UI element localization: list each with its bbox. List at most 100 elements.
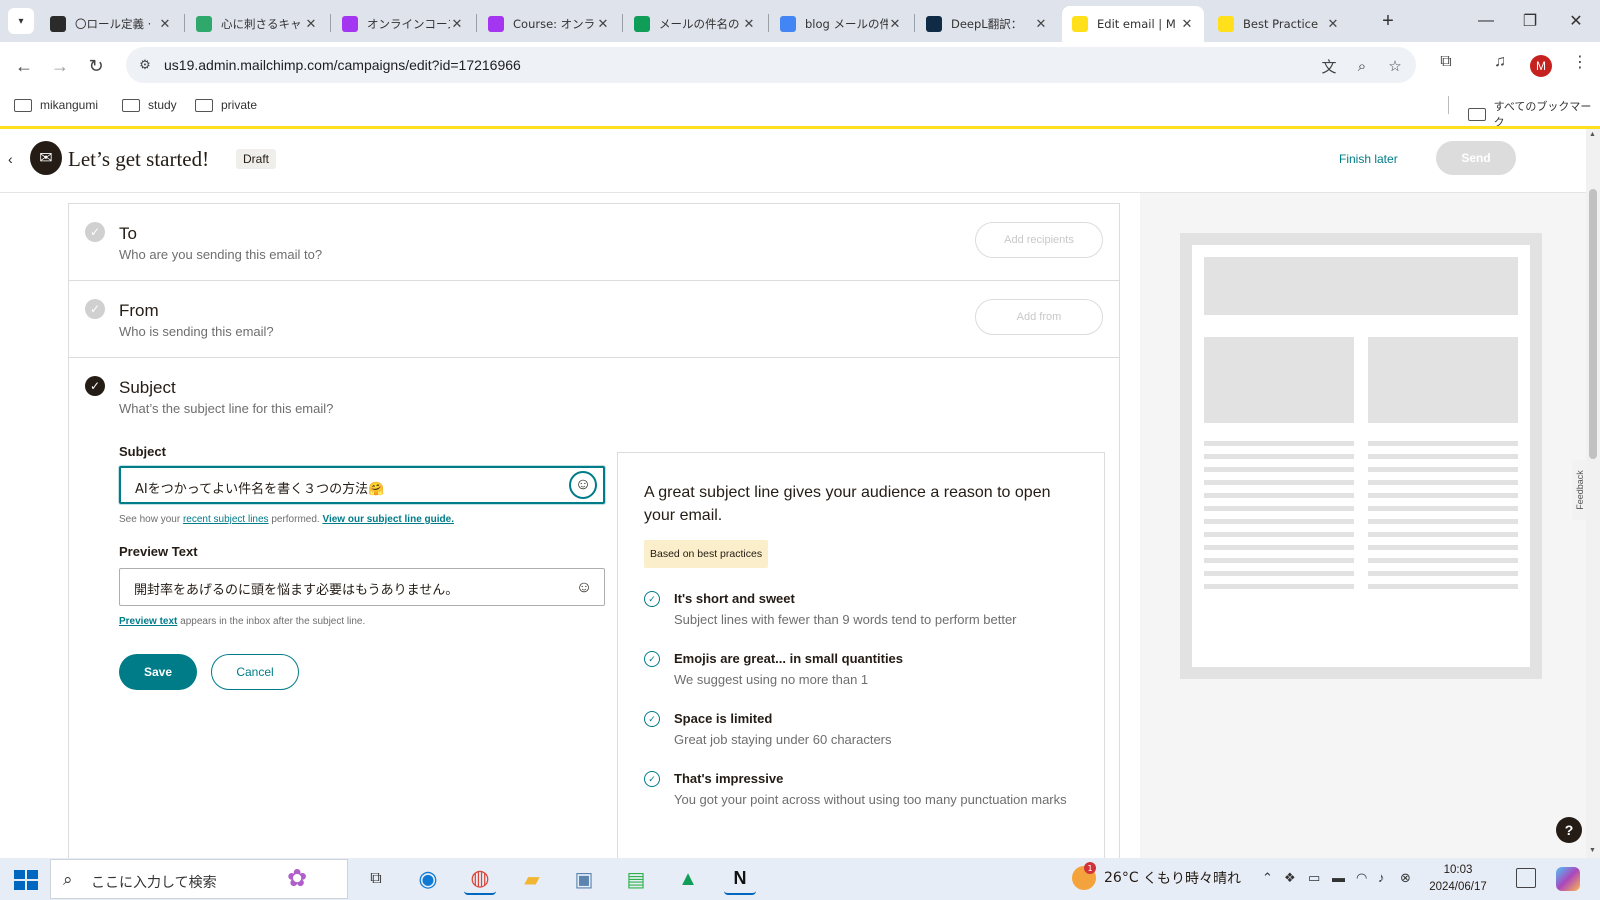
dropbox-icon[interactable]: ❖: [1284, 870, 1296, 886]
browser-tab[interactable]: Edit email | M ✕: [1062, 6, 1204, 42]
browser-tab[interactable]: Best Practice ✕: [1208, 6, 1350, 42]
preview-text-line: [1368, 519, 1518, 524]
windows-start-icon[interactable]: [10, 866, 38, 894]
tab-close-icon[interactable]: ✕: [304, 16, 318, 32]
extensions-puzzle-icon[interactable]: ⧉: [1434, 50, 1458, 74]
browser-tab[interactable]: blog メールの件 ✕: [770, 6, 912, 42]
restore-icon[interactable]: ❐: [1510, 8, 1550, 34]
subject-input[interactable]: AIをつかってよい件名を書く３つの方法🤗 ☺: [119, 466, 605, 504]
volume-icon[interactable]: ♪: [1378, 870, 1385, 885]
browser-tab[interactable]: 心に刺さるキャ ✕: [186, 6, 328, 42]
send-button[interactable]: Send: [1436, 141, 1516, 175]
save-button[interactable]: Save: [119, 654, 197, 690]
preview-header-block: [1204, 257, 1518, 315]
add-from-button[interactable]: Add from: [975, 299, 1103, 335]
google-drive-icon[interactable]: ▲: [672, 863, 704, 895]
preview-help-text: Preview text appears in the inbox after …: [119, 616, 366, 627]
subject-input-value[interactable]: AIをつかってよい件名を書く３つの方法🤗: [135, 478, 384, 497]
tab-close-icon[interactable]: ✕: [1180, 16, 1194, 32]
task-view-icon[interactable]: ⧉: [360, 863, 392, 895]
battery-icon[interactable]: ▬: [1332, 870, 1345, 885]
folder-icon: [1468, 107, 1486, 121]
taskbar-clock[interactable]: 10:03 2024/06/17: [1416, 862, 1500, 896]
preview-text-input[interactable]: 開封率をあげるのに頭を悩ます必要はもうありません。 ☺: [119, 568, 605, 606]
page-scrollbar[interactable]: ▲ ▼: [1586, 129, 1600, 858]
subject-tips-panel: A great subject line gives your audience…: [617, 452, 1105, 858]
tray-chevron-up-icon[interactable]: ⌃: [1262, 870, 1273, 886]
address-bar[interactable]: ⚙ us19.admin.mailchimp.com/campaigns/edi…: [126, 47, 1416, 83]
notifications-icon[interactable]: [1516, 868, 1536, 888]
profile-avatar[interactable]: M: [1530, 55, 1552, 77]
bookmark-folder-mikangumi[interactable]: mikangumi: [14, 98, 98, 112]
close-window-icon[interactable]: ✕: [1556, 8, 1596, 34]
emoji-picker-icon[interactable]: ☺: [570, 574, 598, 602]
reload-icon[interactable]: ↻: [82, 52, 110, 80]
cancel-button[interactable]: Cancel: [211, 654, 299, 690]
browser-tab[interactable]: オンラインコース ✕: [332, 6, 474, 42]
edge-icon[interactable]: ◉: [412, 863, 444, 895]
mute-circle-icon[interactable]: ⊗: [1400, 870, 1411, 886]
browser-tab[interactable]: Course: オンラ ✕: [478, 6, 620, 42]
app-icon[interactable]: ▤: [620, 863, 652, 895]
back-chevron-icon[interactable]: ‹: [8, 151, 13, 167]
tab-close-icon[interactable]: ✕: [1326, 16, 1340, 32]
site-settings-icon[interactable]: ⚙: [136, 56, 154, 74]
emoji-picker-icon[interactable]: ☺: [569, 471, 597, 499]
scroll-down-arrow-icon[interactable]: ▼: [1589, 847, 1596, 854]
new-tab-plus-icon[interactable]: +: [1376, 10, 1400, 33]
url-text[interactable]: us19.admin.mailchimp.com/campaigns/edit?…: [164, 57, 521, 73]
tab-label: Course: オンラ: [513, 17, 596, 31]
wifi-icon[interactable]: ◠: [1356, 870, 1367, 886]
back-arrow-icon[interactable]: ←: [10, 52, 38, 80]
minimize-icon[interactable]: —: [1466, 8, 1506, 34]
bookmark-folder-private[interactable]: private: [195, 98, 257, 112]
taskbar-search-placeholder[interactable]: ここに入力して検索: [91, 872, 217, 892]
help-button[interactable]: ?: [1556, 817, 1582, 843]
browser-tab[interactable]: 〇ロール定義 · ✕: [40, 6, 182, 42]
translate-icon[interactable]: 文: [1318, 55, 1340, 77]
taskbar-search-box[interactable]: ⌕ ここに入力して検索 ✿: [50, 859, 348, 899]
best-practices-badge: Based on best practices: [644, 540, 769, 568]
bookmark-star-icon[interactable]: ☆: [1384, 55, 1406, 77]
tab-close-icon[interactable]: ✕: [888, 16, 902, 32]
preview-text-line: [1204, 584, 1354, 589]
feather-favicon: [196, 16, 212, 32]
recent-subject-lines-link[interactable]: recent subject lines: [183, 514, 269, 525]
preview-text-value[interactable]: 開封率をあげるのに頭を悩ます必要はもうありません。: [134, 579, 458, 598]
subject-line-guide-link[interactable]: View our subject line guide.: [322, 514, 454, 525]
check-icon: ✓: [85, 222, 105, 242]
tab-close-icon[interactable]: ✕: [450, 16, 464, 32]
forward-arrow-icon[interactable]: →: [46, 52, 74, 80]
tab-close-icon[interactable]: ✕: [158, 16, 172, 32]
tab-close-icon[interactable]: ✕: [1034, 16, 1048, 32]
tip-description: We suggest using no more than 1: [674, 672, 869, 687]
display-icon[interactable]: ▭: [1308, 870, 1320, 886]
tab-close-icon[interactable]: ✕: [742, 16, 756, 32]
browser-tab[interactable]: DeepL翻訳： ✕: [916, 6, 1058, 42]
tab-search-chevron-icon[interactable]: ▾: [8, 8, 34, 34]
mailchimp-logo-icon[interactable]: ✉: [30, 141, 62, 175]
media-controls-icon[interactable]: ♫: [1488, 50, 1512, 74]
preview-text-line: [1368, 480, 1518, 485]
butterfly-highlight-icon: ✿: [287, 865, 308, 892]
finish-later-link[interactable]: Finish later: [1339, 152, 1398, 166]
tab-close-icon[interactable]: ✕: [596, 16, 610, 32]
preview-text-link[interactable]: Preview text: [119, 616, 177, 627]
add-recipients-button[interactable]: Add recipients: [975, 222, 1103, 258]
scroll-up-arrow-icon[interactable]: ▲: [1589, 131, 1596, 138]
weather-widget[interactable]: 1 26°C くもり時々晴れ: [1072, 862, 1241, 890]
section-title: From: [119, 301, 159, 320]
zoom-icon[interactable]: ⌕: [1351, 55, 1373, 77]
app-icon[interactable]: ▣: [568, 863, 600, 895]
chrome-icon[interactable]: ◍: [464, 863, 496, 895]
browser-tab[interactable]: メールの件名の ✕: [624, 6, 766, 42]
file-explorer-icon[interactable]: ▰: [516, 863, 548, 895]
preview-text-line: [1204, 480, 1354, 485]
preview-text-line: [1368, 493, 1518, 498]
copilot-icon[interactable]: [1556, 867, 1580, 891]
checklist-row-to: ✓ To Who are you sending this email to? …: [69, 204, 1119, 281]
chrome-menu-icon[interactable]: ⋮: [1568, 50, 1592, 74]
scrollbar-thumb[interactable]: [1589, 189, 1597, 459]
notion-icon[interactable]: N: [724, 863, 756, 895]
bookmark-folder-study[interactable]: study: [122, 98, 177, 112]
